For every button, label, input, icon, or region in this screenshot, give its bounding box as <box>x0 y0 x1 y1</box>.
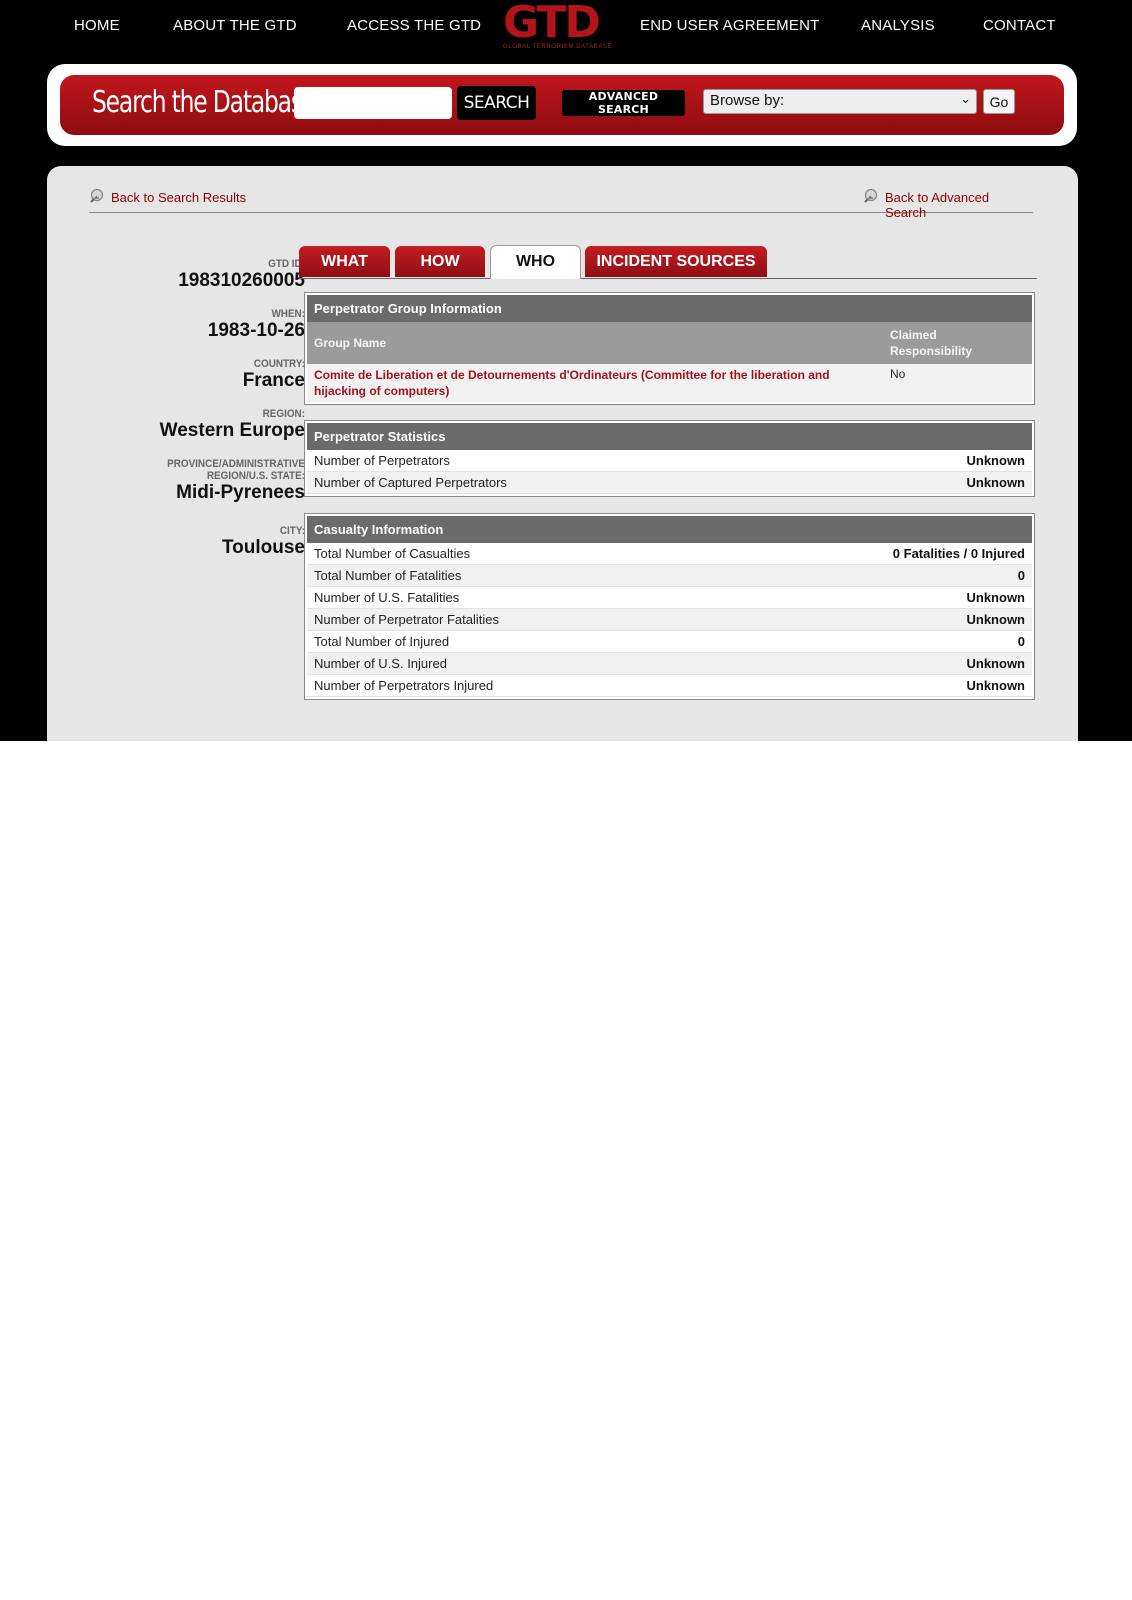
province-label-line1: PROVINCE/ADMINISTRATIVE <box>167 458 305 470</box>
perpetrator-group-box: Perpetrator Group Information Group Name… <box>304 292 1035 405</box>
claimed-label: Claimed <box>890 328 937 342</box>
advanced-search-button[interactable]: ADVANCED SEARCH <box>562 90 685 116</box>
group-name-line1: Comite de Liberation et de Detournements… <box>314 368 830 382</box>
browse-by-value: Browse by: <box>710 92 785 109</box>
perpetrator-stats-box: Perpetrator Statistics Number of Perpetr… <box>304 420 1035 497</box>
province-value: Midi-Pyrenees <box>176 482 305 503</box>
row-label: Number of Captured Perpetrators <box>314 475 507 490</box>
gtd-logo[interactable]: GTD GLOBAL TERRORISM DATABASE <box>503 0 613 54</box>
nav-analysis[interactable]: ANALYSIS <box>861 17 935 34</box>
back-to-search-results-link[interactable]: Back to Search Results <box>111 190 246 205</box>
search-button[interactable]: SEARCH <box>457 86 536 120</box>
nav-end-user-agreement[interactable]: END USER AGREEMENT <box>640 17 819 34</box>
gtd-logo-mark: GTD <box>503 0 601 48</box>
table-row: Number of Perpetrator Fatalities Unknown <box>307 609 1032 631</box>
casualty-box: Casualty Information Total Number of Cas… <box>304 513 1035 700</box>
perpetrator-stats-rows: Number of Perpetrators Unknown Number of… <box>307 450 1032 494</box>
magnifier-back-icon <box>90 188 104 203</box>
casualty-header: Casualty Information <box>307 516 1032 543</box>
incident-panel: Back to Search Results Back to Advanced … <box>47 166 1078 741</box>
group-name-column: Group Name <box>314 336 387 350</box>
perpetrator-group-columns: Group Name Claimed Responsibility <box>307 322 1032 364</box>
row-value: Unknown <box>966 678 1026 693</box>
table-row: Total Number of Casualties 0 Fatalities … <box>307 543 1032 565</box>
row-value: Unknown <box>966 590 1026 605</box>
gtd-logo-subtitle: GLOBAL TERRORISM DATABASE <box>503 44 613 50</box>
browse-by-select[interactable]: Browse by: ⌄ <box>703 89 977 114</box>
perpetrator-group-header: Perpetrator Group Information <box>307 295 1032 322</box>
province-block: PROVINCE/ADMINISTRATIVE REGION/U.S. STAT… <box>87 458 305 504</box>
nav-home[interactable]: HOME <box>74 17 120 34</box>
row-label: Number of U.S. Fatalities <box>314 590 460 605</box>
table-row: Number of U.S. Fatalities Unknown <box>307 587 1032 609</box>
row-label: Total Number of Fatalities <box>314 568 462 583</box>
magnifier-back-icon <box>864 188 878 203</box>
search-bar: Search the Database SEARCH ADVANCED SEAR… <box>60 75 1064 135</box>
claimed-responsibility-column: Claimed Responsibility <box>890 327 972 359</box>
group-name-link[interactable]: Comite de Liberation et de Detournements… <box>314 367 874 399</box>
table-row: Total Number of Fatalities 0 <box>307 565 1032 587</box>
nav-access[interactable]: ACCESS THE GTD <box>347 17 481 34</box>
when-label: WHEN: <box>271 308 305 320</box>
responsibility-label: Responsibility <box>890 344 973 358</box>
tab-what[interactable]: WHAT <box>299 246 390 277</box>
region-block: REGION: Western Europe <box>87 408 305 442</box>
gtd-id-value: 198310260005 <box>178 270 305 291</box>
search-band: Search the Database SEARCH ADVANCED SEAR… <box>47 64 1077 146</box>
row-value: Unknown <box>966 612 1026 627</box>
table-row: Total Number of Injured 0 <box>307 631 1032 653</box>
row-label: Number of Perpetrator Fatalities <box>314 612 499 627</box>
go-button[interactable]: Go <box>983 89 1015 114</box>
table-row: Number of Perpetrators Unknown <box>307 450 1032 472</box>
top-nav: HOME ABOUT THE GTD ACCESS THE GTD GTD GL… <box>0 0 1132 56</box>
region-label: REGION: <box>262 408 305 420</box>
chevron-down-icon: ⌄ <box>960 91 971 106</box>
row-value: Unknown <box>966 453 1026 468</box>
row-value: Unknown <box>966 475 1026 490</box>
group-name-line2: hijacking of computers) <box>314 384 450 398</box>
city-block: CITY: Toulouse <box>87 525 305 559</box>
page-background: HOME ABOUT THE GTD ACCESS THE GTD GTD GL… <box>0 0 1132 741</box>
when-block: WHEN: 1983-10-26 <box>87 308 305 342</box>
province-label-line2: REGION/U.S. STATE: <box>206 470 305 482</box>
tab-who[interactable]: WHO <box>490 245 581 279</box>
region-value: Western Europe <box>159 420 305 441</box>
results-nav-bar: Back to Search Results Back to Advanced … <box>89 184 1033 220</box>
tab-incident-sources[interactable]: INCIDENT SOURCES <box>585 246 767 277</box>
table-row: Number of Captured Perpetrators Unknown <box>307 472 1032 494</box>
when-value: 1983-10-26 <box>207 320 305 341</box>
city-value: Toulouse <box>221 537 305 558</box>
row-value: 0 <box>1017 634 1025 649</box>
search-title: Search the Database <box>92 85 316 120</box>
row-value: 0 <box>1017 568 1025 583</box>
perpetrator-stats-header: Perpetrator Statistics <box>307 423 1032 450</box>
tab-how[interactable]: HOW <box>395 246 485 277</box>
nav-about[interactable]: ABOUT THE GTD <box>173 17 297 34</box>
country-value: France <box>242 370 305 391</box>
table-row: Number of U.S. Injured Unknown <box>307 653 1032 675</box>
back-to-advanced-search-link[interactable]: Back to Advanced Search <box>885 190 1033 220</box>
row-label: Total Number of Casualties <box>314 546 471 561</box>
casualty-rows: Total Number of Casualties 0 Fatalities … <box>307 543 1032 697</box>
row-label: Total Number of Injured <box>314 634 450 649</box>
table-row: Number of Perpetrators Injured Unknown <box>307 675 1032 697</box>
row-value: 0 Fatalities / 0 Injured <box>892 546 1025 561</box>
gtd-id-block: GTD ID: 198310260005 <box>87 258 305 292</box>
city-label: CITY: <box>279 525 305 537</box>
search-input[interactable] <box>294 87 452 119</box>
country-label: COUNTRY: <box>253 358 305 370</box>
gtd-id-label: GTD ID: <box>268 258 305 270</box>
nav-contact[interactable]: CONTACT <box>983 17 1056 34</box>
row-label: Number of Perpetrators <box>314 453 450 468</box>
row-value: Unknown <box>966 656 1026 671</box>
perpetrator-group-row: Comite de Liberation et de Detournements… <box>307 364 1032 402</box>
incident-tabs: WHAT HOW WHO INCIDENT SOURCES <box>299 245 1037 279</box>
row-label: Number of Perpetrators Injured <box>314 678 494 693</box>
row-label: Number of U.S. Injured <box>314 656 447 671</box>
country-block: COUNTRY: France <box>87 358 305 392</box>
claimed-responsibility-value: No <box>890 367 906 381</box>
